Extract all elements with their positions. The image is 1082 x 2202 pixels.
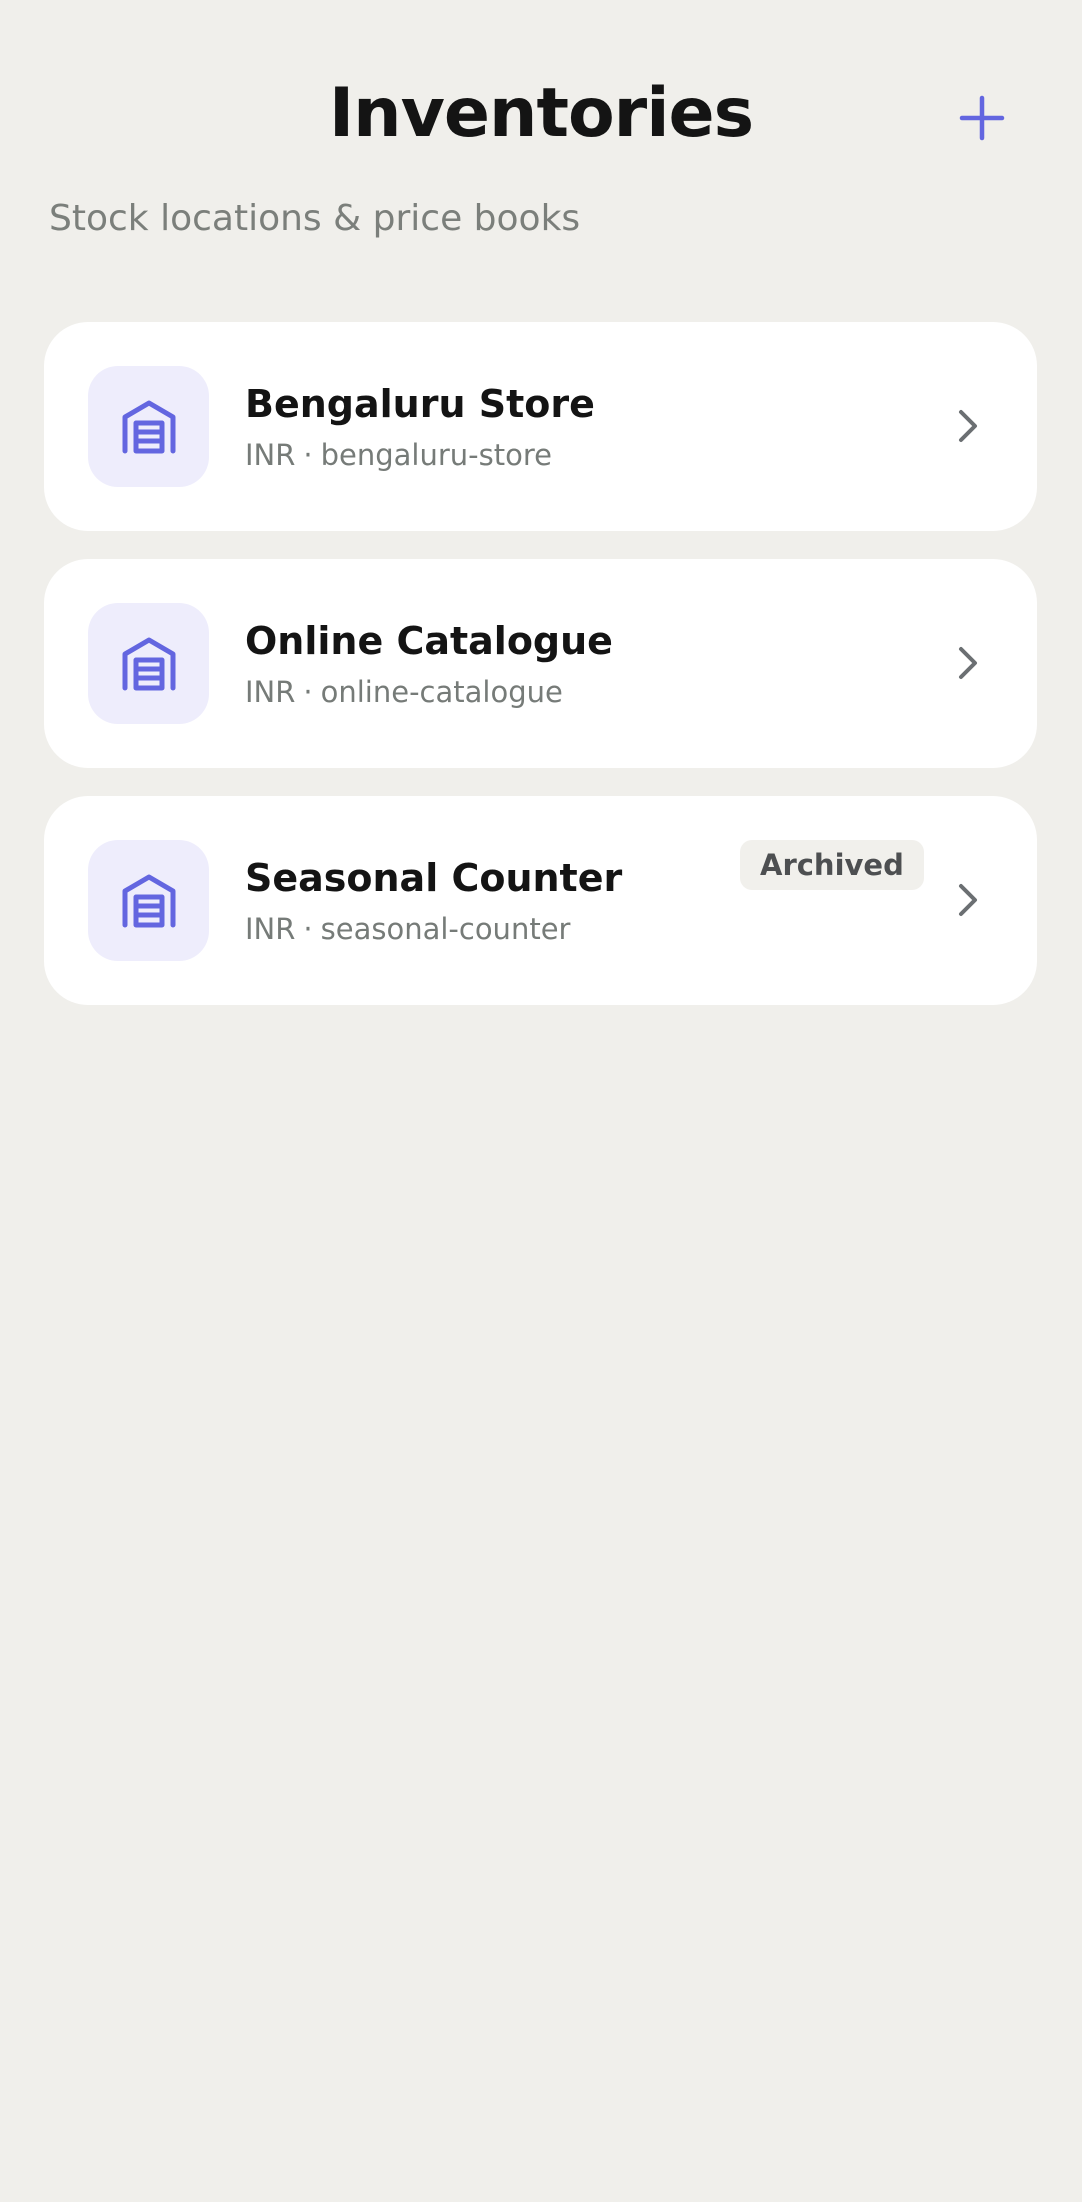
warehouse-icon	[122, 874, 175, 927]
page-title: Inventories	[328, 74, 754, 153]
inventory-card-bengaluru-store[interactable]: Bengaluru Store INR · bengaluru-store	[44, 322, 1037, 531]
inventory-card-seasonal-counter[interactable]: Seasonal Counter INR · seasonal-counter Ar…	[44, 796, 1037, 1005]
inventory-currency: INR	[245, 675, 296, 709]
inventory-card-online-catalogue[interactable]: Online Catalogue INR · online-catalogue	[44, 559, 1037, 768]
meta-separator: ·	[303, 675, 313, 709]
inventory-slug: seasonal-counter	[320, 912, 571, 946]
chevron-right-icon	[944, 876, 992, 924]
header: Inventories Stock locations & price book…	[0, 0, 1082, 239]
inventory-slug: online-catalogue	[320, 675, 563, 709]
chevron-right-icon	[944, 639, 992, 687]
warehouse-icon	[122, 637, 175, 690]
inventory-currency: INR	[245, 912, 296, 946]
add-inventory-button[interactable]	[946, 82, 1018, 154]
inventory-icon-tile	[88, 603, 209, 724]
inventory-icon-tile	[88, 840, 209, 961]
inventory-meta: INR · bengaluru-store	[245, 436, 552, 474]
inventory-name: Seasonal Counter	[245, 856, 623, 900]
inventory-currency: INR	[245, 438, 296, 472]
inventory-meta: INR · online-catalogue	[245, 673, 563, 711]
warehouse-icon	[122, 400, 175, 453]
meta-separator: ·	[303, 912, 313, 946]
inventory-name: Online Catalogue	[245, 619, 613, 663]
inventory-list: Bengaluru Store INR · bengaluru-store Onli…	[44, 322, 1037, 1033]
plus-icon	[959, 95, 1005, 141]
inventory-name: Bengaluru Store	[245, 382, 595, 426]
archived-badge: Archived	[740, 840, 924, 890]
inventory-icon-tile	[88, 366, 209, 487]
inventory-slug: bengaluru-store	[320, 438, 552, 472]
inventory-meta: INR · seasonal-counter	[245, 910, 570, 948]
page-subtitle: Stock locations & price books	[49, 198, 581, 239]
meta-separator: ·	[303, 438, 313, 472]
chevron-right-icon	[944, 402, 992, 450]
